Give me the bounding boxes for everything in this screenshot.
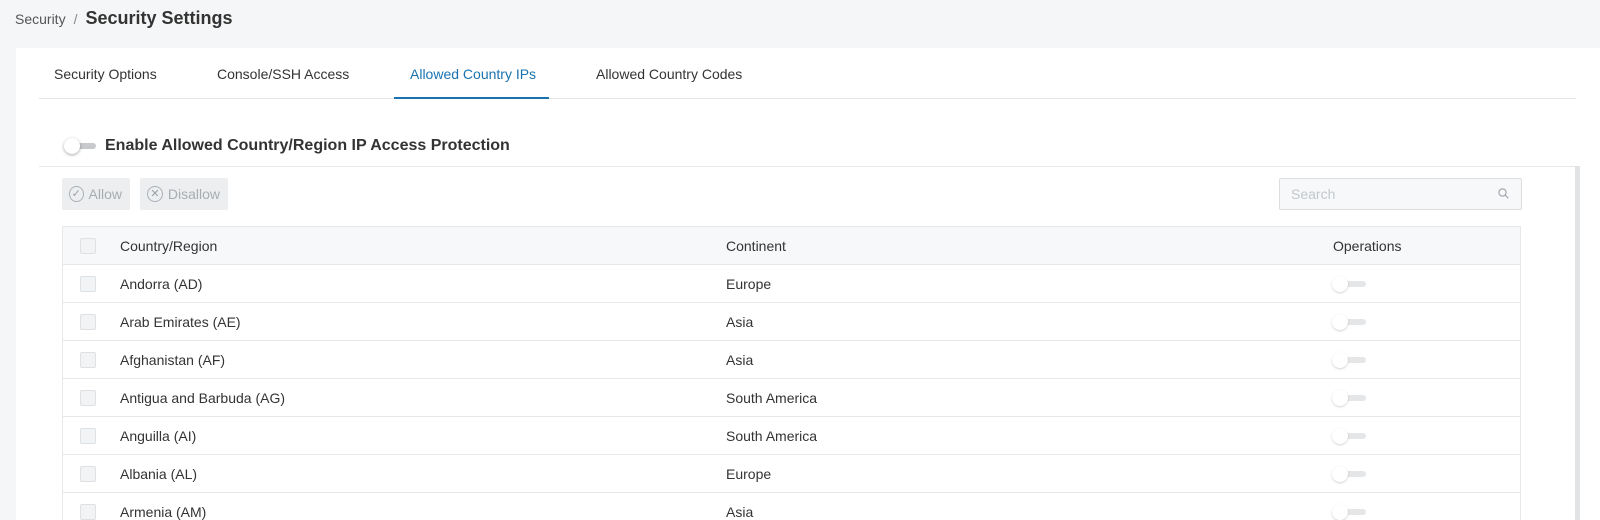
toggle-knob bbox=[1332, 276, 1348, 292]
allow-button-label: Allow bbox=[88, 186, 122, 202]
breadcrumb: Security / Security Settings bbox=[15, 8, 233, 32]
toggle-knob bbox=[1332, 314, 1348, 330]
protection-row: Enable Allowed Country/Region IP Access … bbox=[64, 134, 510, 158]
continent-cell: Europe bbox=[726, 466, 772, 482]
toggle-knob bbox=[1332, 352, 1348, 368]
table-header-row: Country/Region Continent Operations bbox=[63, 227, 1520, 265]
disallow-button[interactable]: ✕ Disallow bbox=[140, 178, 228, 210]
allow-country-toggle[interactable] bbox=[1332, 276, 1366, 292]
row-checkbox[interactable] bbox=[80, 314, 96, 330]
row-checkbox[interactable] bbox=[80, 428, 96, 444]
country-cell: Antigua and Barbuda (AG) bbox=[120, 390, 285, 406]
allow-button[interactable]: ✓ Allow bbox=[62, 178, 130, 210]
select-all-checkbox[interactable] bbox=[80, 238, 96, 254]
tab-security-options[interactable]: Security Options bbox=[54, 66, 157, 82]
allow-country-toggle[interactable] bbox=[1332, 466, 1366, 482]
country-cell: Albania (AL) bbox=[120, 466, 198, 482]
tab-allowed-country-codes[interactable]: Allowed Country Codes bbox=[596, 66, 742, 82]
toggle-knob bbox=[1332, 504, 1348, 520]
search-box bbox=[1279, 178, 1522, 210]
scrollbar[interactable] bbox=[1575, 166, 1580, 520]
toggle-knob bbox=[64, 138, 80, 154]
tab-allowed-country-ips[interactable]: Allowed Country IPs bbox=[410, 66, 536, 82]
page-title: Security Settings bbox=[85, 8, 233, 28]
continent-cell: Asia bbox=[726, 314, 754, 330]
continent-cell: South America bbox=[726, 428, 818, 444]
allow-country-toggle[interactable] bbox=[1332, 314, 1366, 330]
settings-card: Security Options Console/SSH Access Allo… bbox=[16, 48, 1600, 520]
search-input[interactable] bbox=[1280, 179, 1490, 209]
column-header-country: Country/Region bbox=[120, 238, 218, 254]
continent-cell: Europe bbox=[726, 276, 772, 292]
table-row: Afghanistan (AF) Asia bbox=[63, 341, 1520, 379]
allow-country-toggle[interactable] bbox=[1332, 428, 1366, 444]
search-icon[interactable] bbox=[1498, 188, 1509, 199]
allow-country-toggle[interactable] bbox=[1332, 352, 1366, 368]
table-row: Antigua and Barbuda (AG) South America bbox=[63, 379, 1520, 417]
breadcrumb-separator: / bbox=[73, 11, 78, 27]
protection-label: Enable Allowed Country/Region IP Access … bbox=[105, 137, 510, 154]
country-cell: Andorra (AD) bbox=[120, 276, 203, 292]
column-header-continent: Continent bbox=[726, 238, 786, 254]
x-circle-icon: ✕ bbox=[147, 186, 163, 202]
country-cell: Afghanistan (AF) bbox=[120, 352, 226, 368]
table-row: Armenia (AM) Asia bbox=[63, 493, 1520, 520]
country-table: Country/Region Continent Operations Ando… bbox=[62, 226, 1521, 520]
protection-toggle[interactable] bbox=[64, 138, 96, 154]
continent-cell: Asia bbox=[726, 504, 754, 520]
disallow-button-label: Disallow bbox=[167, 186, 220, 202]
country-cell: Anguilla (AI) bbox=[120, 428, 197, 444]
column-header-operations: Operations bbox=[1333, 238, 1402, 254]
row-checkbox[interactable] bbox=[80, 390, 96, 406]
country-cell: Armenia (AM) bbox=[120, 504, 207, 520]
continent-cell: Asia bbox=[726, 352, 754, 368]
table-row: Andorra (AD) Europe bbox=[63, 265, 1520, 303]
table-row: Arab Emirates (AE) Asia bbox=[63, 303, 1520, 341]
toggle-knob bbox=[1332, 466, 1348, 482]
tab-bar: Security Options Console/SSH Access Allo… bbox=[39, 48, 1576, 99]
row-checkbox[interactable] bbox=[80, 352, 96, 368]
row-checkbox[interactable] bbox=[80, 504, 96, 520]
allow-country-toggle[interactable] bbox=[1332, 390, 1366, 406]
row-checkbox[interactable] bbox=[80, 466, 96, 482]
table-row: Albania (AL) Europe bbox=[63, 455, 1520, 493]
row-checkbox[interactable] bbox=[80, 276, 96, 292]
tab-console-ssh-access[interactable]: Console/SSH Access bbox=[217, 66, 349, 82]
country-cell: Arab Emirates (AE) bbox=[120, 314, 241, 330]
toggle-knob bbox=[1332, 428, 1348, 444]
allow-country-toggle[interactable] bbox=[1332, 504, 1366, 520]
breadcrumb-security-link[interactable]: Security bbox=[15, 11, 66, 27]
continent-cell: South America bbox=[726, 390, 818, 406]
active-tab-indicator bbox=[394, 97, 549, 99]
table-row: Anguilla (AI) South America bbox=[63, 417, 1520, 455]
check-circle-icon: ✓ bbox=[69, 186, 84, 202]
toggle-knob bbox=[1332, 390, 1348, 406]
